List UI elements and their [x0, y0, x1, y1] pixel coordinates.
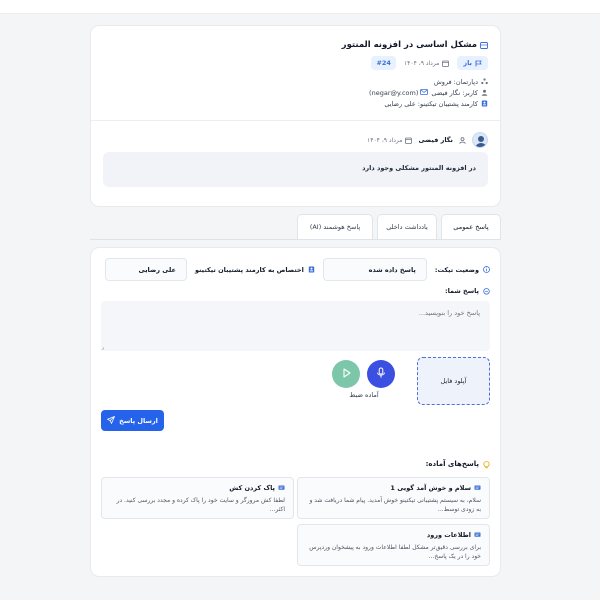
quick-reply-title: پاک کردن کش	[229, 484, 275, 492]
author-name: نگار فیضی	[418, 136, 453, 144]
reply-card: وضعیت تیکت: پاسخ داده شده اختصاص به کارم…	[90, 247, 501, 577]
department-text: دپارتمان: فروش	[433, 77, 478, 86]
quick-reply-title: اطلاعات ورود	[426, 531, 471, 539]
send-icon	[107, 415, 116, 426]
status-select[interactable]: پاسخ داده شده	[322, 258, 427, 281]
ticket-badges: باز مرداد ۹، ۱۴۰۴ #24	[128, 56, 488, 70]
quick-reply-body: لطفا کش مرورگر و سایت خود را پاک کرده و …	[116, 497, 285, 513]
reply-textarea[interactable]	[101, 301, 490, 351]
divider	[91, 120, 500, 121]
quick-reply-card[interactable]: پاک کردن کش لطفا کش مرورگر و سایت خود را…	[101, 477, 294, 519]
quick-reply-header: سلام و خوش آمد گویی 1	[306, 484, 481, 492]
message-date: مرداد ۹، ۱۴۰۴	[367, 136, 413, 144]
ticket-number-badge: #24	[371, 56, 396, 70]
support-staff-row: کارمند پشتیبان تیکتینو: علی رضایی	[128, 98, 488, 109]
play-icon	[340, 367, 352, 381]
support-staff-text: کارمند پشتیبان تیکتینو: علی رضایی	[384, 99, 478, 108]
status-label: وضعیت تیکت:	[435, 266, 490, 274]
ticket-meta: دپارتمان: فروش کاربر: نگار فیضی (negar@y…	[128, 76, 488, 109]
quick-reply-body: برای بررسی دقیق‌تر مشکل لطفا اطلاعات ورو…	[309, 544, 481, 560]
status-label-text: وضعیت تیکت:	[434, 265, 479, 274]
ticket-title-row: مشکل اساسی در افزونه المنتور	[128, 40, 488, 50]
calendar-icon	[405, 137, 413, 144]
message-date-text: مرداد ۹، ۱۴۰۴	[367, 136, 403, 144]
play-button[interactable]	[332, 360, 360, 388]
message-icon	[474, 485, 481, 492]
quick-reply-header: پاک کردن کش	[110, 484, 285, 492]
message-icon	[474, 532, 481, 539]
quick-replies-title: پاسخ‌های آماده:	[426, 460, 490, 468]
tab-internal-note[interactable]: یادداشت داخلی	[377, 214, 437, 239]
record-status: آماده ضبط	[349, 391, 379, 399]
user-row: کاربر: نگار فیضی (negar@y.com)	[128, 87, 488, 98]
user-email: (negar@y.com)	[369, 88, 419, 97]
user-icon	[459, 136, 466, 144]
quick-reply-body: سلام، به سیستم پشتیبانی تیکتینو خوش آمدی…	[309, 497, 481, 513]
message-author: نگار فیضی مرداد ۹، ۱۴۰۴	[367, 132, 488, 148]
ticket-icon	[480, 41, 488, 49]
quick-reply-header: اطلاعات ورود	[306, 531, 481, 539]
send-reply-button[interactable]: ارسال پاسخ	[101, 410, 164, 431]
user-icon	[481, 89, 488, 96]
top-bar	[0, 0, 600, 14]
mail-icon	[420, 89, 429, 96]
record-button[interactable]	[367, 360, 395, 388]
upload-file-dropzone[interactable]: آپلود فایل	[417, 357, 490, 405]
send-reply-label: ارسال پاسخ	[119, 416, 158, 425]
ticket-date-text: مرداد ۹، ۱۴۰۴	[403, 59, 440, 67]
quick-replies-title-text: پاسخ‌های آماده:	[425, 460, 479, 468]
quick-reply-card[interactable]: اطلاعات ورود برای بررسی دقیق‌تر مشکل لطف…	[297, 524, 490, 566]
your-reply-label-text: پاسخ شما:	[444, 287, 479, 295]
your-reply-label: پاسخ شما:	[445, 287, 490, 295]
assign-label: اختصاص به کارمند پشتیبان تیکتینو	[195, 266, 315, 274]
status-badge: باز	[457, 56, 488, 70]
quick-reply-title: سلام و خوش آمد گویی 1	[390, 484, 471, 492]
flag-icon	[475, 60, 482, 67]
department-row: دپارتمان: فروش	[128, 76, 488, 87]
assignee-select[interactable]: علی رضایی	[104, 258, 187, 281]
avatar	[472, 132, 488, 148]
ticket-date: مرداد ۹، ۱۴۰۴	[403, 59, 450, 67]
assign-label-text: اختصاص به کارمند پشتیبان تیکتینو	[194, 265, 304, 274]
ticket-header: مشکل اساسی در افزونه المنتور باز مرداد ۹…	[128, 40, 488, 109]
user-text: کاربر: نگار فیضی	[431, 88, 478, 97]
message-body: در افزونه المنتور مشکلی وجود دارد	[103, 152, 488, 187]
resize-handle[interactable]: ⌟	[101, 344, 104, 351]
reply-tabs: پاسخ عمومی یادداشت داخلی پاسخ هوشمند (AI…	[90, 214, 501, 240]
calendar-icon	[442, 60, 450, 67]
staff-badge-icon	[308, 266, 315, 273]
info-icon	[483, 266, 490, 273]
message-icon	[278, 485, 285, 492]
tab-ai-reply[interactable]: پاسخ هوشمند (AI)	[297, 214, 373, 239]
comment-icon	[483, 287, 490, 295]
tab-public-reply[interactable]: پاسخ عمومی	[441, 214, 501, 239]
ticket-title: مشکل اساسی در افزونه المنتور	[341, 40, 477, 50]
microphone-icon	[375, 367, 387, 381]
department-icon	[481, 78, 488, 85]
status-badge-label: باز	[463, 59, 472, 67]
quick-reply-card[interactable]: سلام و خوش آمد گویی 1 سلام، به سیستم پشت…	[297, 477, 490, 519]
lightbulb-icon	[483, 460, 490, 468]
staff-badge-icon	[481, 100, 488, 107]
ticket-card: مشکل اساسی در افزونه المنتور باز مرداد ۹…	[90, 25, 501, 207]
status-row: وضعیت تیکت: پاسخ داده شده اختصاص به کارم…	[104, 258, 490, 281]
